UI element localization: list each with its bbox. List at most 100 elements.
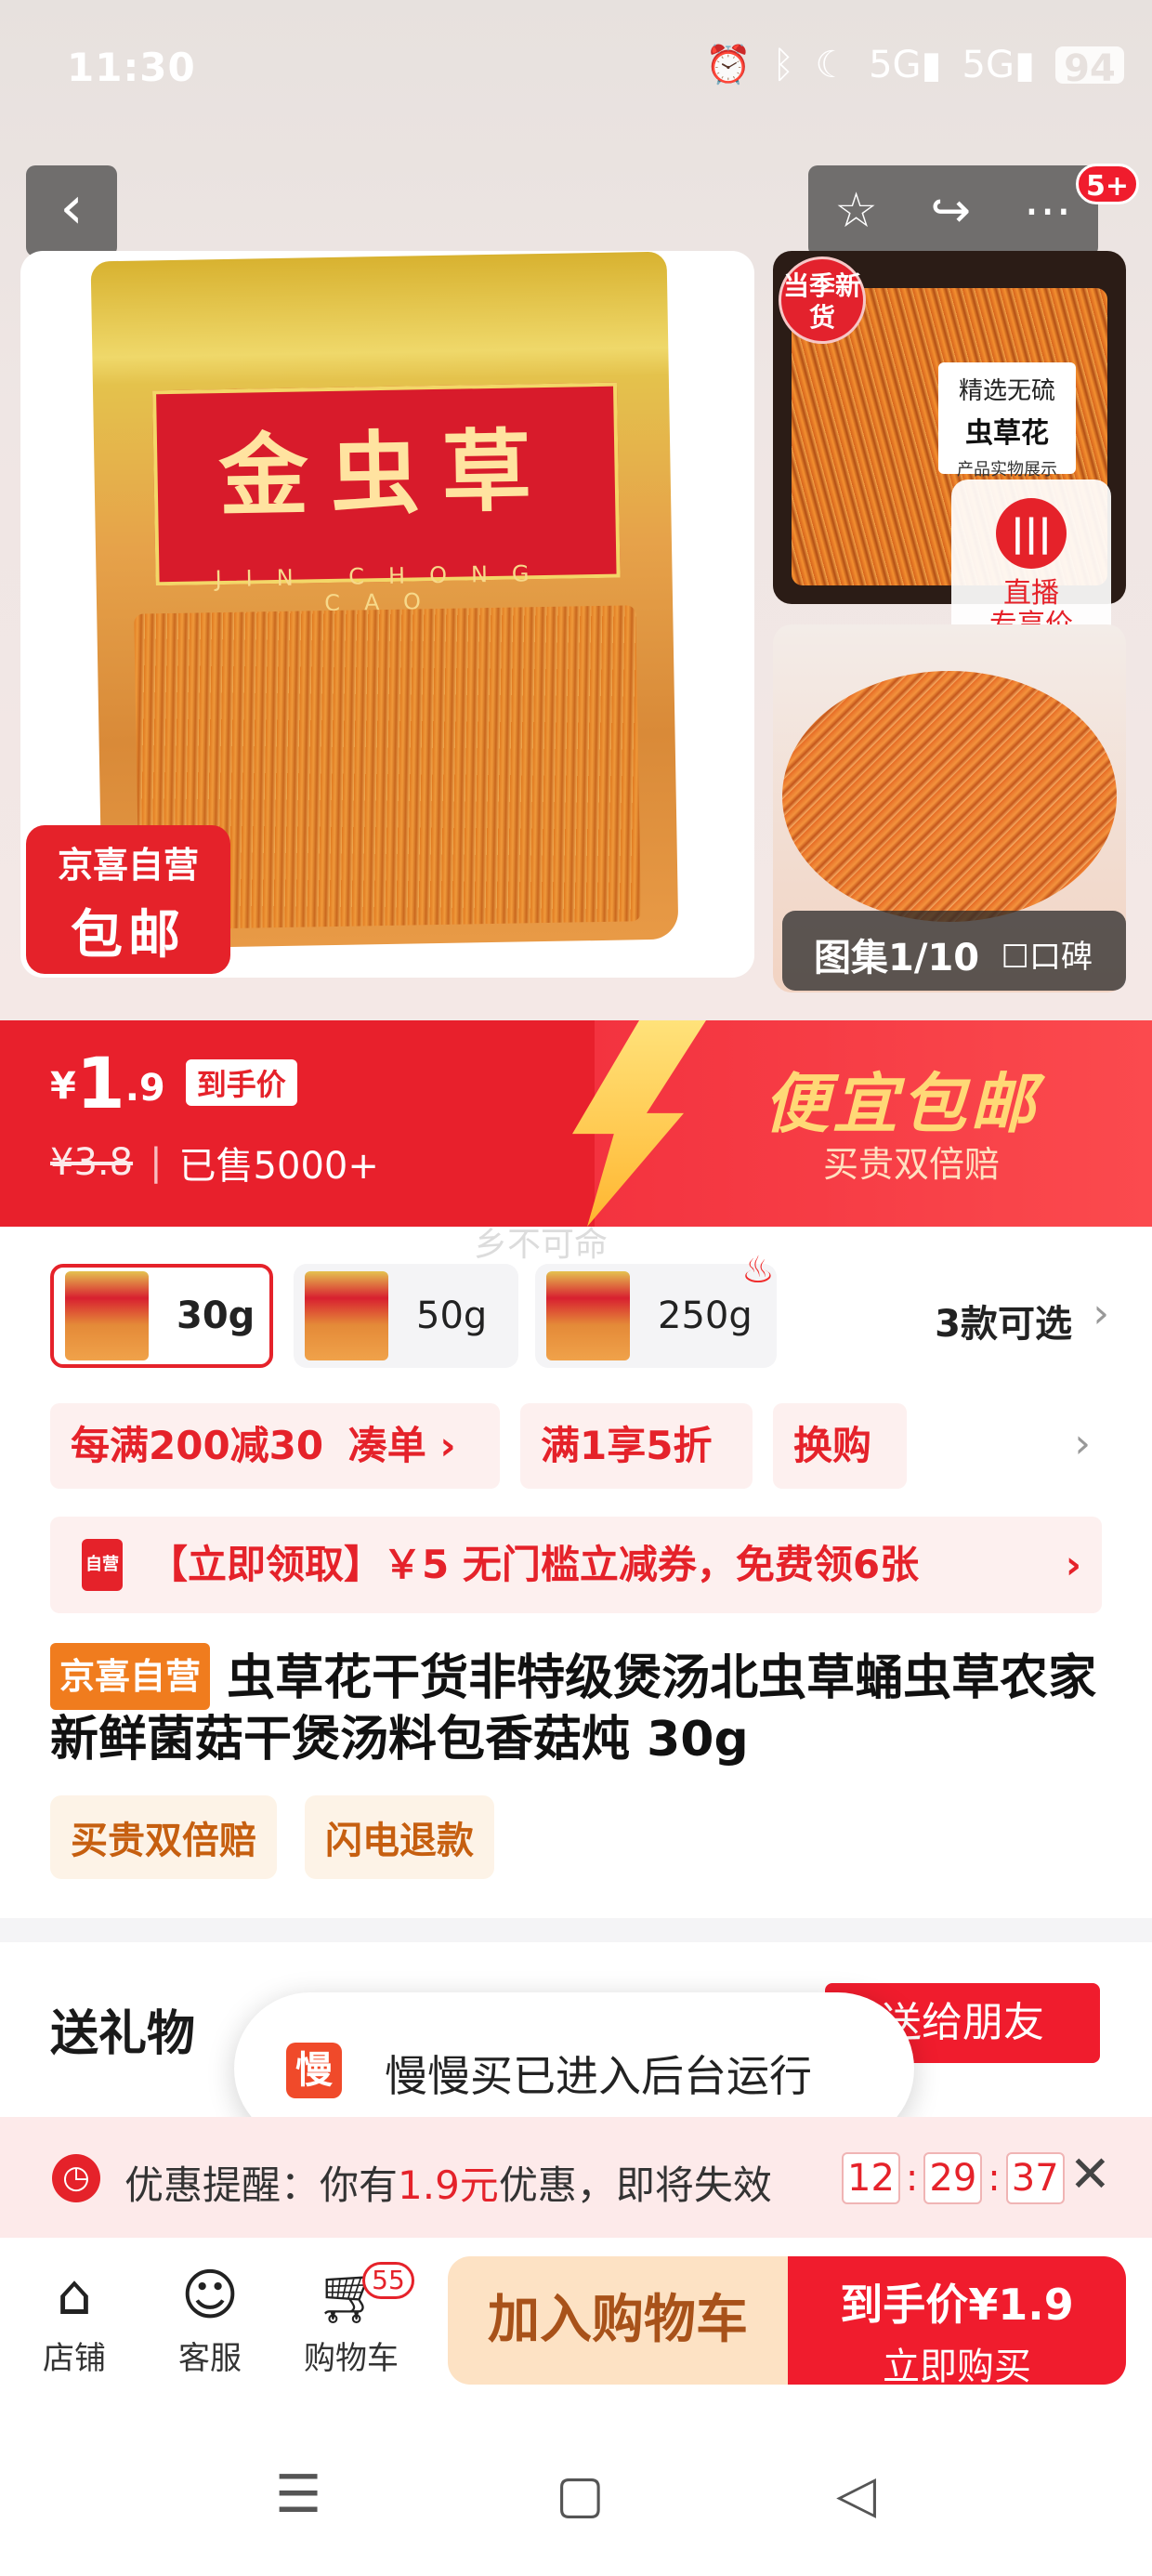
variant-options: 30g 50g 250g ♨ 3款可选 › — [50, 1249, 1109, 1368]
battery-icon: 94 — [1055, 46, 1124, 90]
watermark: 乡不可命 — [474, 1226, 609, 1264]
variant-option-50g[interactable]: 50g — [294, 1264, 518, 1368]
moon-icon: ☾ — [815, 44, 849, 86]
signal-5g-icon: 5G▮ — [869, 44, 942, 86]
service-tag[interactable]: 闪电退款 — [305, 1795, 494, 1879]
original-price: ¥3.8 — [50, 1141, 134, 1184]
menu-icon[interactable]: ☰ — [275, 2464, 321, 2525]
select-card: 精选无硫 虫草花 产品实物展示 — [938, 362, 1076, 480]
store-button[interactable]: ⌂ 店铺 — [19, 2262, 130, 2378]
variant-thumb — [546, 1271, 630, 1360]
reminder-amount: 1.9元 — [398, 2162, 499, 2208]
banner-subtitle: 买贵双倍赔 — [823, 1144, 1001, 1185]
buy-price: 到手价¥1.9 — [840, 2280, 1074, 2330]
promo-chips: 每满200减30 凑单 › 满1享5折 换购 › — [50, 1403, 1109, 1489]
variant-thumb — [65, 1271, 149, 1360]
chat-icon: ☺ — [180, 2263, 240, 2328]
app-icon: 慢 — [286, 2043, 342, 2098]
select-card-line3: 产品实物展示 — [957, 460, 1057, 480]
chevron-right-icon[interactable]: › — [1093, 1290, 1109, 1337]
promo-chip-discount[interactable]: 每满200减30 凑单 › — [50, 1403, 500, 1489]
hot-flame-icon: ♨ — [741, 1249, 775, 1292]
variant-label: 250g — [658, 1295, 753, 1337]
store-label: 店铺 — [43, 2340, 106, 2377]
star-icon[interactable]: ☆ — [834, 183, 878, 239]
product-title: 京喜自营 虫草花干货非特级煲汤北虫草蛹虫草农家新鲜菌菇干煲汤料包香菇炖 30g — [50, 1643, 1102, 1769]
bag-label: 金虫草 — [152, 382, 621, 586]
back-icon[interactable]: ◁ — [836, 2464, 876, 2525]
variant-option-250g[interactable]: 250g — [535, 1264, 777, 1368]
price-decimal: .9 — [124, 1067, 165, 1110]
service-tag[interactable]: 买贵双倍赔 — [50, 1795, 277, 1879]
variant-label: 50g — [416, 1295, 488, 1337]
chevron-right-icon: › — [1065, 1542, 1081, 1587]
share-icon[interactable]: ↪ — [931, 183, 972, 239]
top-actions: ☆ ↪ ⋯ — [808, 165, 1098, 256]
section-divider — [0, 1918, 1152, 1942]
price-tag: 到手价 — [185, 1059, 297, 1106]
self-operated-tag: 京喜自营 — [50, 1643, 211, 1710]
toast-message: 慢慢买已进入后台运行 — [385, 2051, 812, 2101]
bottom-action-bar: ⌂ 店铺 ☺ 客服 🛒︎ 55 购物车 加入购物车 到手价¥1.9 立即购买 — [0, 2238, 1152, 2396]
live-line1: 直播 — [1003, 577, 1059, 610]
chevron-right-icon[interactable]: › — [1074, 1420, 1091, 1467]
cart-button[interactable]: 🛒︎ 55 购物车 — [295, 2262, 414, 2378]
chevron-left-icon: ‹ — [59, 174, 84, 243]
banner-title: 便宜包邮 — [764, 1066, 1039, 1142]
system-nav-bar: ☰ ▢ ◁ — [0, 2427, 1152, 2576]
buy-now-button[interactable]: 到手价¥1.9 立即购买 — [788, 2256, 1126, 2388]
variant-label: 30g — [177, 1295, 255, 1337]
message-badge: 5+ — [1075, 164, 1139, 204]
variant-option-30g[interactable]: 30g — [50, 1264, 273, 1368]
promo-tag: 京喜自营 包邮 — [26, 825, 230, 974]
buy-now-label: 立即购买 — [883, 2346, 1031, 2388]
customer-service-button[interactable]: ☺ 客服 — [154, 2262, 266, 2378]
side-image-2-photo — [782, 671, 1117, 922]
close-icon[interactable]: ✕ — [1069, 2145, 1111, 2203]
price-currency: ¥ — [50, 1065, 76, 1108]
sold-count: 已售5000+ — [178, 1145, 379, 1188]
price-meta: ¥3.8 | 已售5000+ — [50, 1136, 379, 1189]
gallery-counter[interactable]: 图集1/10 ☐口碑 — [782, 911, 1126, 991]
clock-icon: ◷ — [52, 2154, 100, 2202]
cart-label: 购物车 — [304, 2340, 399, 2377]
status-bar: 11:30 ⏰ ᛒ ☾ 5G▮ 5G▮ 94 — [0, 0, 1152, 130]
price-separator: | — [150, 1141, 163, 1184]
signal-5g-icon: 5G▮ — [962, 44, 1035, 86]
gallery-counter-text: 图集1/10 — [814, 937, 980, 979]
cart-badge: 55 — [362, 2262, 414, 2299]
promo-chip-swap[interactable]: 换购 — [773, 1403, 907, 1489]
select-card-line2: 虫草花 — [965, 417, 1049, 450]
promo-tag-line2: 包邮 — [71, 905, 186, 966]
status-time: 11:30 — [67, 45, 196, 90]
promo-chip-half-price[interactable]: 满1享5折 — [520, 1403, 753, 1489]
bluetooth-icon: ᛒ — [772, 44, 795, 86]
promo-chip-action[interactable]: 凑单 › — [348, 1423, 456, 1468]
season-tag: 当季新货 — [779, 256, 866, 344]
variant-thumb — [305, 1271, 388, 1360]
product-gallery[interactable]: 11:30 ⏰ ᛒ ☾ 5G▮ 5G▮ 94 ‹ ☆ ↪ ⋯ 5+ 金虫草 JI… — [0, 0, 1152, 1022]
coupon-banner[interactable]: 自营 【立即领取】￥5 无门槛立减券，免费领6张 › — [50, 1517, 1102, 1613]
reminder-text: 优惠提醒：你有1.9元优惠，即将失效 — [124, 2162, 772, 2208]
live-icon: ||| — [996, 498, 1067, 569]
timer-hours: 12 — [842, 2152, 900, 2204]
coupon-icon: 自营 — [82, 1539, 123, 1591]
discount-reminder: ◷ 优惠提醒：你有1.9元优惠，即将失效 12 : 29 : 37 ✕ — [0, 2117, 1152, 2238]
product-title-block: 京喜自营 虫草花干货非特级煲汤北虫草蛹虫草农家新鲜菌菇干煲汤料包香菇炖 30g — [50, 1643, 1102, 1769]
service-label: 客服 — [178, 2340, 242, 2377]
countdown-timer: 12 : 29 : 37 — [842, 2152, 1065, 2204]
more-icon[interactable]: ⋯ — [1024, 183, 1072, 239]
variant-count[interactable]: 3款可选 — [935, 1294, 1072, 1347]
status-icons: ⏰ ᛒ ☾ 5G▮ 5G▮ 94 — [705, 43, 1124, 90]
back-button[interactable]: ‹ — [26, 165, 117, 256]
price-row: ¥ 1 .9 到手价 — [50, 1048, 297, 1119]
promo-chip-discount-text: 每满200减30 — [71, 1423, 324, 1468]
price-banner: ¥ 1 .9 到手价 ¥3.8 | 已售5000+ 便宜包邮 买贵双倍赔 — [0, 1020, 1152, 1227]
promo-tag-line1: 京喜自营 — [57, 845, 199, 886]
coupon-text: 【立即领取】￥5 无门槛立减券，免费领6张 — [149, 1542, 920, 1587]
review-link[interactable]: ☐口碑 — [1001, 931, 1093, 977]
add-to-cart-button[interactable]: 加入购物车 — [448, 2256, 788, 2385]
home-icon[interactable]: ▢ — [556, 2464, 605, 2525]
alarm-icon: ⏰ — [705, 44, 753, 86]
store-icon: ⌂ — [56, 2263, 93, 2328]
